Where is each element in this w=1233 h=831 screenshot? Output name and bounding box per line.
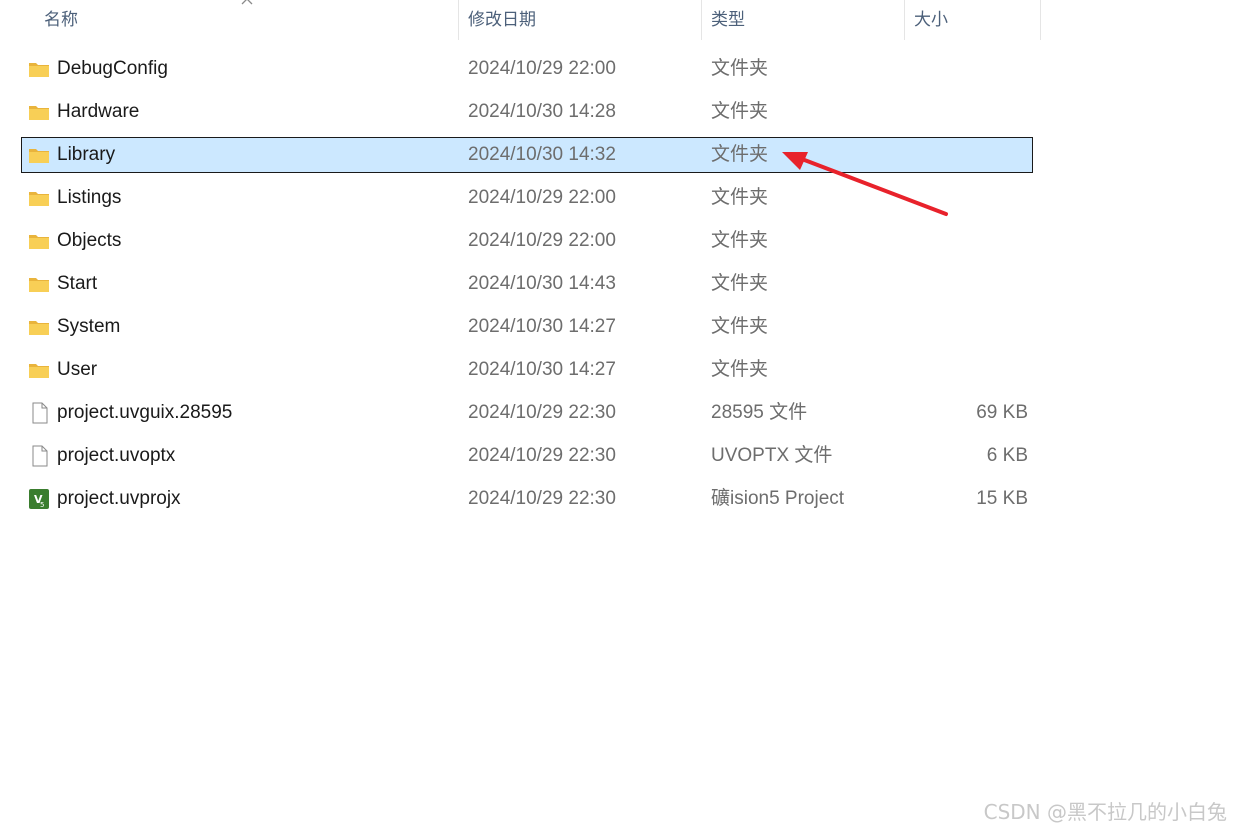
file-type: 文件夹 <box>711 101 769 122</box>
file-row[interactable]: User 2024/10/30 14:27 文件夹 <box>21 352 1033 388</box>
file-size: 6 KB <box>986 445 1028 466</box>
file-type: 文件夹 <box>711 273 769 294</box>
file-icon <box>28 445 50 467</box>
file-row[interactable]: V 5 project.uvprojx 2024/10/29 22:30 礦ision5… <box>21 481 1033 517</box>
file-date: 2024/10/29 22:30 <box>468 445 616 466</box>
file-type: 文件夹 <box>711 187 769 208</box>
file-row[interactable]: Start 2024/10/30 14:43 文件夹 <box>21 266 1033 302</box>
file-size: 69 KB <box>976 402 1028 423</box>
file-date: 2024/10/29 22:00 <box>468 58 616 79</box>
column-divider[interactable] <box>458 0 459 40</box>
file-date: 2024/10/29 22:00 <box>468 187 616 208</box>
file-row[interactable]: DebugConfig 2024/10/29 22:00 文件夹 <box>21 51 1033 87</box>
file-size: 15 KB <box>976 488 1028 509</box>
watermark: CSDN @黑不拉几的小白兔 <box>983 800 1227 824</box>
file-type: 文件夹 <box>711 58 769 79</box>
file-name: DebugConfig <box>57 58 168 79</box>
column-header-type[interactable]: 类型 <box>703 0 903 40</box>
file-date: 2024/10/29 22:00 <box>468 230 616 251</box>
file-row[interactable]: Hardware 2024/10/30 14:28 文件夹 <box>21 94 1033 130</box>
file-name: Objects <box>57 230 122 251</box>
folder-icon <box>28 318 50 336</box>
sort-ascending-icon <box>241 0 253 5</box>
column-header-date[interactable]: 修改日期 <box>460 0 702 40</box>
folder-icon <box>28 60 50 78</box>
file-type: UVOPTX 文件 <box>711 445 833 466</box>
folder-icon <box>28 189 50 207</box>
folder-icon <box>28 146 50 164</box>
file-type: 文件夹 <box>711 316 769 337</box>
file-date: 2024/10/30 14:27 <box>468 316 616 337</box>
file-row[interactable]: project.uvguix.28595 2024/10/29 22:30 2859… <box>21 395 1033 431</box>
column-divider[interactable] <box>904 0 905 40</box>
folder-icon <box>28 275 50 293</box>
file-date: 2024/10/29 22:30 <box>468 402 616 423</box>
file-date: 2024/10/30 14:43 <box>468 273 616 294</box>
file-row[interactable]: project.uvoptx 2024/10/29 22:30 UVOPTX 文件 6… <box>21 438 1033 474</box>
column-header-name[interactable]: 名称 <box>36 0 458 40</box>
folder-icon <box>28 103 50 121</box>
folder-icon <box>28 361 50 379</box>
file-name: project.uvoptx <box>57 445 176 466</box>
file-icon <box>28 402 50 424</box>
column-header-bar: 名称 修改日期 类型 大小 <box>0 0 1041 40</box>
file-type: 文件夹 <box>711 230 769 251</box>
file-name: Library <box>57 144 116 165</box>
svg-text:5: 5 <box>40 501 44 509</box>
file-name: User <box>57 359 98 380</box>
file-name: Start <box>57 273 98 294</box>
file-row[interactable]: System 2024/10/30 14:27 文件夹 <box>21 309 1033 345</box>
column-divider[interactable] <box>1040 0 1041 40</box>
file-type: 文件夹 <box>711 359 769 380</box>
uvision-project-icon: V5 <box>28 489 50 509</box>
red-arrow-annotation <box>782 152 948 216</box>
file-type: 28595 文件 <box>711 402 808 423</box>
file-type: 文件夹 <box>711 144 769 165</box>
file-name: project.uvprojx <box>57 488 181 509</box>
column-header-size[interactable]: 大小 <box>906 0 1040 40</box>
file-name: project.uvguix.28595 <box>57 402 233 423</box>
file-name: System <box>57 316 121 337</box>
file-name: Listings <box>57 187 122 208</box>
column-divider[interactable] <box>701 0 702 40</box>
file-date: 2024/10/30 14:32 <box>468 144 616 165</box>
file-name: Hardware <box>57 101 140 122</box>
folder-icon <box>28 232 50 250</box>
file-date: 2024/10/30 14:28 <box>468 101 616 122</box>
file-date: 2024/10/29 22:30 <box>468 488 616 509</box>
file-date: 2024/10/30 14:27 <box>468 359 616 380</box>
file-type: 礦ision5 Project <box>711 488 845 509</box>
